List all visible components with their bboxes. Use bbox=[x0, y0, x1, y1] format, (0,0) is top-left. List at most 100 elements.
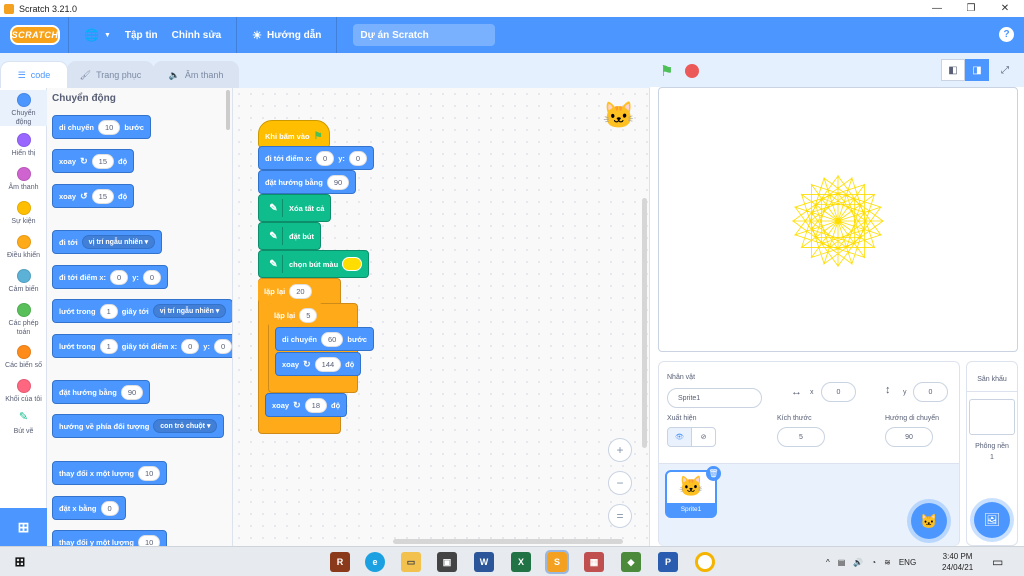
script-block-set-pen-color[interactable]: ✎ chọn bút màu bbox=[258, 250, 370, 278]
block-turn-right[interactable]: xoay ↻ 15 độ bbox=[52, 149, 135, 173]
block-glide-xy[interactable]: lướt trong 1 giây tới điểm x: 0 y: 0 bbox=[52, 334, 232, 358]
category-control[interactable]: Điều khiển bbox=[0, 235, 47, 260]
block-glide-to[interactable]: lướt trong 1 giây tới vị trí ngẫu nhiên ▾ bbox=[52, 299, 232, 323]
network-icon[interactable]: ◔ bbox=[871, 558, 876, 567]
notifications-icon[interactable]: ▭ bbox=[992, 547, 1003, 576]
zoom-out-button[interactable]: − bbox=[608, 471, 632, 495]
sprite-x-input[interactable]: 0 bbox=[821, 382, 856, 402]
fullscreen-button[interactable]: ⤢ bbox=[993, 59, 1017, 81]
script-hscrollbar[interactable] bbox=[393, 539, 623, 544]
help-icon[interactable]: ? bbox=[999, 27, 1014, 42]
script-block-turn-inner[interactable]: xoay ↻ 144 độ bbox=[275, 352, 362, 376]
excel-icon[interactable]: X bbox=[511, 552, 531, 572]
wifi-icon[interactable]: ≋ bbox=[884, 558, 891, 567]
category-sensing[interactable]: Cảm biến bbox=[0, 269, 47, 294]
windows-start-icon[interactable]: ⊞ bbox=[10, 552, 30, 572]
category-variables[interactable]: Các biến số bbox=[0, 345, 47, 370]
zoom-in-button[interactable]: + bbox=[608, 438, 632, 462]
file-explorer-icon[interactable]: ▭ bbox=[401, 552, 421, 572]
zoom-reset-button[interactable]: = bbox=[608, 504, 632, 528]
block-point-towards[interactable]: hướng về phía đối tượng con trỏ chuột ▾ bbox=[52, 414, 225, 438]
block-move[interactable]: di chuyển 10 bước bbox=[52, 115, 151, 139]
tab-code[interactable]: ☰ code bbox=[0, 61, 68, 88]
stage-canvas[interactable] bbox=[658, 87, 1018, 352]
palette-scrollbar[interactable] bbox=[226, 90, 230, 130]
block-turn-left[interactable]: xoay ↺ 15 độ bbox=[52, 184, 135, 208]
show-visible-button[interactable]: 👁 bbox=[667, 427, 692, 447]
sprite-name-input[interactable]: Sprite1 bbox=[667, 388, 762, 408]
scratch-logo[interactable]: SCRATCH bbox=[10, 25, 60, 45]
green-flag-icon: ⚑ bbox=[313, 130, 323, 142]
block-gotoxy[interactable]: đi tới điểm x: 0 y: 0 bbox=[52, 265, 169, 289]
script-vscrollbar[interactable] bbox=[642, 198, 647, 448]
lightbulb-icon: ☀ bbox=[252, 29, 263, 42]
rotate-right-icon: ↻ bbox=[293, 399, 301, 410]
category-pen[interactable]: ✎ Bút vẽ bbox=[0, 412, 47, 436]
language-menu[interactable]: 🌐 ▼ bbox=[77, 17, 118, 53]
category-myblocks[interactable]: Khối của tôi bbox=[0, 379, 47, 404]
pen-color-swatch[interactable] bbox=[342, 257, 363, 271]
sprite-direction-input[interactable]: 90 bbox=[885, 427, 933, 447]
script-block-pen-clear[interactable]: ✎ Xóa tất cả bbox=[258, 194, 332, 222]
maximize-button[interactable]: ❐ bbox=[954, 0, 988, 17]
normal-stage-button[interactable]: ◨ bbox=[965, 59, 989, 81]
category-events[interactable]: Sự kiện bbox=[0, 201, 47, 226]
block-change-y[interactable]: thay đổi y một lượng 10 bbox=[52, 530, 168, 546]
script-block-gotoxy[interactable]: đi tới điểm x: 0 y: 0 bbox=[258, 146, 375, 170]
winrar-icon[interactable]: R bbox=[330, 552, 350, 572]
sprite-size-input[interactable]: 5 bbox=[777, 427, 825, 447]
block-change-x[interactable]: thay đổi x một lượng 10 bbox=[52, 461, 168, 485]
word-icon[interactable]: W bbox=[474, 552, 494, 572]
script-block-point-direction[interactable]: đặt hướng bằng 90 bbox=[258, 170, 357, 194]
app-icon[interactable]: ◆ bbox=[621, 552, 641, 572]
category-operators[interactable]: Các phép toán bbox=[0, 303, 47, 337]
add-extension-button[interactable]: ⊞ bbox=[0, 508, 47, 546]
add-backdrop-button[interactable]: 🖼 bbox=[974, 502, 1010, 538]
backdrops-count: 1 bbox=[990, 454, 994, 461]
tab-costumes[interactable]: 🖌 Trang phục bbox=[67, 61, 154, 88]
block-when-flag-clicked[interactable]: Khi bấm vào ⚑ bbox=[258, 120, 330, 148]
tab-sounds[interactable]: 🔈 Âm thanh bbox=[153, 61, 239, 88]
green-flag-button[interactable]: ⚑ bbox=[660, 62, 673, 80]
script-area[interactable]: 🐱 Khi bấm vào ⚑ đi tới điểm x: 0 y: 0 đặt hư… bbox=[233, 88, 650, 546]
block-set-x[interactable]: đặt x bằng 0 bbox=[52, 496, 126, 520]
add-sprite-button[interactable]: 🐱 bbox=[911, 503, 947, 539]
script-block-repeat-inner[interactable]: lặp lại 5 bbox=[268, 303, 324, 327]
script-block-move[interactable]: di chuyển 60 bước bbox=[275, 327, 374, 351]
sprite-thumb-sprite1[interactable]: 🐱 Sprite1 🗑 bbox=[665, 466, 721, 518]
category-looks[interactable]: Hiển thị bbox=[0, 133, 47, 158]
script-block-repeat-outer[interactable]: lặp lại 20 bbox=[258, 279, 318, 303]
sprite-cat-icon: 🐱 bbox=[602, 100, 635, 130]
file-menu[interactable]: Tập tin bbox=[118, 17, 165, 53]
edit-menu[interactable]: Chỉnh sửa bbox=[165, 17, 228, 53]
block-goto[interactable]: đi tới vị trí ngẫu nhiên ▾ bbox=[52, 230, 163, 254]
edge-icon[interactable]: e bbox=[365, 552, 385, 572]
small-stage-button[interactable]: ◧ bbox=[941, 59, 965, 81]
category-sound[interactable]: Âm thanh bbox=[0, 167, 47, 192]
speaker-icon[interactable]: 🔊 bbox=[853, 558, 863, 567]
minimize-button[interactable]: — bbox=[920, 0, 954, 17]
category-motion[interactable]: Chuyển động bbox=[0, 90, 47, 126]
clock[interactable]: 3:40 PM 24/04/21 bbox=[942, 547, 973, 576]
stop-button[interactable] bbox=[685, 64, 699, 78]
app-icon[interactable]: P bbox=[658, 552, 678, 572]
tutorials-menu[interactable]: ☀ Hướng dẫn bbox=[245, 17, 328, 53]
backdrops-label: Phông nền bbox=[975, 443, 1009, 450]
stage-thumbnail[interactable] bbox=[969, 399, 1015, 435]
chrome-icon[interactable] bbox=[695, 552, 715, 572]
script-block-pen-down[interactable]: ✎ đặt bút bbox=[258, 222, 321, 250]
size-label: Kích thước bbox=[777, 415, 812, 422]
store-icon[interactable]: ▣ bbox=[437, 552, 457, 572]
close-button[interactable]: ✕ bbox=[988, 0, 1022, 17]
project-title-input[interactable]: Dự án Scratch bbox=[353, 24, 496, 46]
scratch-taskbar-icon[interactable]: S bbox=[545, 550, 569, 574]
show-hidden-button[interactable]: ⊘ bbox=[691, 427, 716, 447]
script-block-turn-outer[interactable]: xoay ↻ 18 độ bbox=[265, 393, 348, 417]
language-bar-icon[interactable]: ▤ bbox=[838, 558, 846, 567]
trash-icon[interactable]: 🗑 bbox=[706, 466, 721, 481]
app-icon[interactable]: ▦ bbox=[584, 552, 604, 572]
ime-indicator[interactable]: ENG bbox=[899, 558, 916, 567]
chevron-up-icon[interactable]: ^ bbox=[826, 558, 830, 567]
sprite-y-input[interactable]: 0 bbox=[913, 382, 948, 402]
block-point-direction[interactable]: đặt hướng bằng 90 bbox=[52, 380, 151, 404]
